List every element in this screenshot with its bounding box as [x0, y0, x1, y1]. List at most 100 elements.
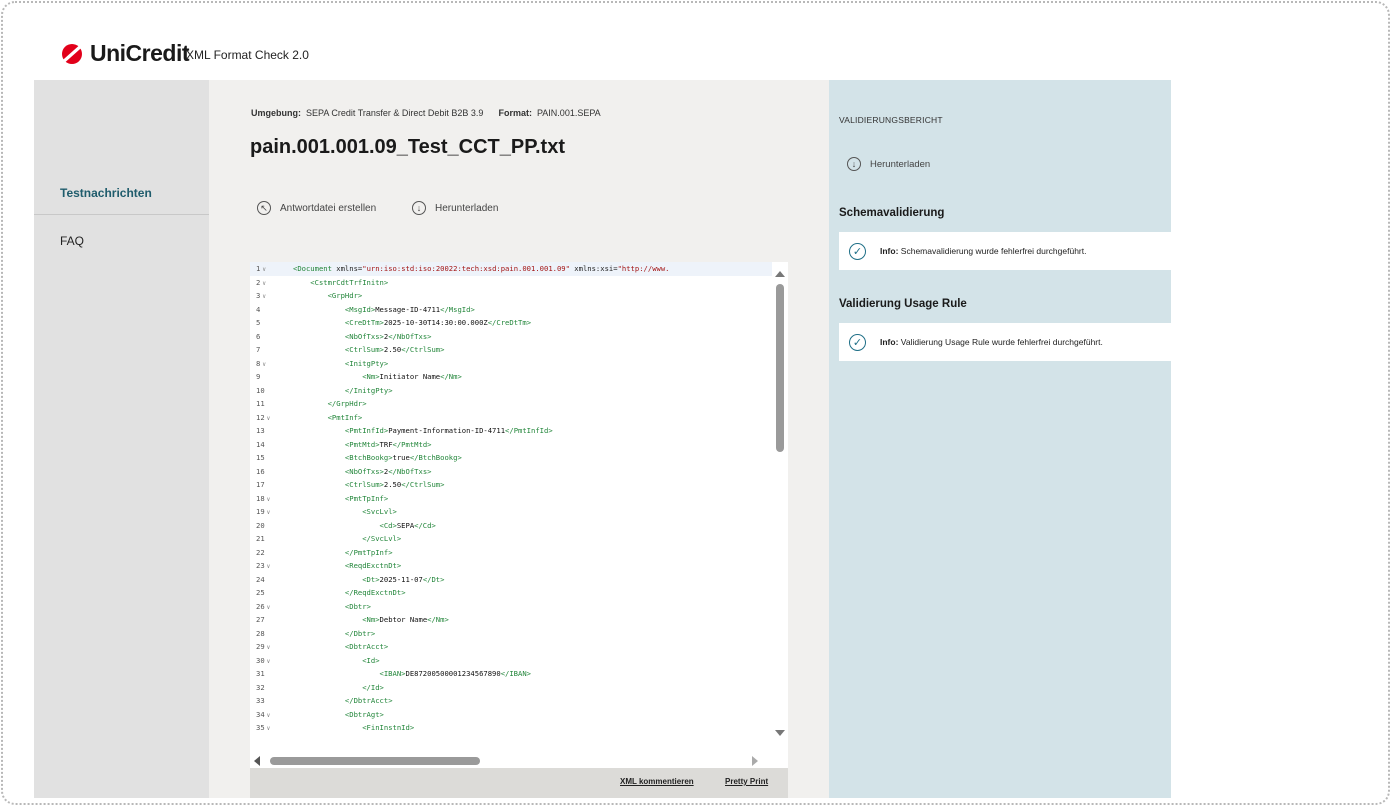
fold-chevron-icon[interactable]: ∨: [267, 415, 271, 422]
code-text: <Nm>Debtor Name</Nm>: [362, 615, 449, 624]
fold-chevron-icon[interactable]: ∨: [262, 293, 266, 300]
line-number: 17: [256, 480, 265, 489]
info-label: Info:: [880, 246, 899, 256]
horizontal-scrollbar[interactable]: [250, 754, 788, 768]
code-line: 14 <PmtMtd>TRF</PmtMtd>: [250, 438, 770, 452]
fold-chevron-icon[interactable]: ∨: [267, 604, 271, 611]
code-line: 10 </InitgPty>: [250, 384, 770, 398]
scroll-left-arrow-icon[interactable]: [254, 756, 260, 766]
line-number: 32: [256, 682, 265, 692]
xml-comment-link[interactable]: XML kommentieren: [620, 777, 694, 786]
arrow-down-icon: ↓: [847, 157, 861, 171]
line-number: 26 ∨: [256, 601, 271, 611]
code-line: 35 ∨ <FinInstnId>: [250, 721, 770, 735]
format-value: PAIN.001.SEPA: [536, 108, 601, 118]
line-number: 12 ∨: [256, 412, 271, 422]
code-lines: 1 ∨ <Document xmlns="urn:iso:std:iso:20022…: [250, 262, 770, 735]
code-text: <CreDtTm>2025-10-30T14:30:00.000Z</CreDt…: [344, 318, 532, 327]
report-download-button[interactable]: ↓ Herunterladen: [847, 157, 930, 171]
fold-chevron-icon[interactable]: ∨: [267, 496, 271, 503]
code-line: 24 <Dt>2025-11-07</Dt>: [250, 573, 770, 587]
code-line: 3 ∨ <GrpHdr>: [250, 289, 770, 303]
line-number: 1 ∨: [256, 264, 266, 273]
environment-value: SEPA Credit Transfer & Direct Debit B2B …: [306, 108, 484, 118]
create-reply-file-button[interactable]: ↖ Antwortdatei erstellen: [257, 201, 376, 215]
scroll-right-arrow-icon[interactable]: [752, 756, 758, 766]
code-line: 28 </Dbtr>: [250, 627, 770, 641]
line-number: 22: [256, 547, 265, 557]
code-text: <Id>: [362, 655, 380, 665]
fold-chevron-icon[interactable]: ∨: [262, 266, 266, 273]
line-number: 20: [256, 520, 265, 530]
line-number: 33: [256, 696, 265, 705]
line-number: 23 ∨: [256, 561, 271, 570]
code-line: 4 <MsgId>Message-ID-4711</MsgId>: [250, 303, 770, 317]
code-text: <FinInstnId>: [362, 723, 415, 732]
code-text: <BtchBookg>true</BtchBookg>: [344, 453, 462, 462]
code-text: <CtrlSum>2.50</CtrlSum>: [344, 345, 445, 354]
code-line: 15 <BtchBookg>true</BtchBookg>: [250, 451, 770, 465]
line-number: 21: [256, 534, 265, 543]
code-text: <Document xmlns="urn:iso:std:iso:20022:t…: [293, 264, 670, 273]
fold-chevron-icon[interactable]: ∨: [267, 712, 271, 719]
line-number: 14: [256, 439, 265, 449]
code-text: <Dt>2025-11-07</Dt>: [362, 574, 445, 584]
code-text: <ReqdExctnDt>: [344, 561, 402, 570]
vertical-scroll-thumb[interactable]: [776, 284, 784, 452]
fold-chevron-icon[interactable]: ∨: [267, 644, 271, 651]
horizontal-scroll-thumb[interactable]: [270, 757, 480, 765]
fold-chevron-icon[interactable]: ∨: [262, 361, 266, 368]
usage-rule-heading: Validierung Usage Rule: [839, 298, 967, 310]
code-line: 32 </Id>: [250, 681, 770, 695]
download-button[interactable]: ↓ Herunterladen: [412, 201, 498, 215]
check-circle-icon: ✓: [849, 333, 866, 351]
code-line: 7 <CtrlSum>2.50</CtrlSum>: [250, 343, 770, 357]
report-download-label: Herunterladen: [870, 158, 931, 170]
vertical-scrollbar[interactable]: [772, 262, 788, 750]
code-text: </GrpHdr>: [327, 399, 367, 408]
code-text: </PmtTpInf>: [344, 547, 393, 557]
line-number: 16: [256, 466, 265, 476]
code-text: </ReqdExctnDt>: [344, 588, 406, 597]
fold-chevron-icon[interactable]: ∨: [267, 563, 271, 570]
xml-code-editor[interactable]: 1 ∨ <Document xmlns="urn:iso:std:iso:20022…: [250, 262, 788, 768]
line-number: 13: [256, 426, 265, 435]
code-text: </DbtrAcct>: [344, 696, 393, 705]
pretty-print-link[interactable]: Pretty Print: [725, 777, 768, 786]
code-line: 21 </SvcLvl>: [250, 532, 770, 546]
code-line: 20 <Cd>SEPA</Cd>: [250, 519, 770, 533]
schema-validation-message: Info: Schemavalidierung wurde fehlerfrei…: [880, 246, 1086, 256]
fold-chevron-icon[interactable]: ∨: [267, 509, 271, 516]
line-number: 28: [256, 628, 265, 638]
code-line: 12 ∨ <PmtInf>: [250, 411, 770, 425]
sidebar-item-testnachrichten[interactable]: Testnachrichten: [60, 186, 152, 200]
line-number: 11: [256, 399, 265, 408]
line-number: 19 ∨: [256, 507, 271, 516]
fold-chevron-icon[interactable]: ∨: [262, 280, 266, 287]
environment-info: Umgebung: SEPA Credit Transfer & Direct …: [251, 108, 601, 118]
code-text: </InitgPty>: [344, 385, 393, 395]
code-text: <MsgId>Message-ID-4711</MsgId>: [344, 304, 475, 314]
unicredit-logo[interactable]: UniCredit: [60, 40, 190, 67]
fold-chevron-icon[interactable]: ∨: [267, 658, 271, 665]
info-label: Info:: [880, 337, 899, 347]
editor-footer: XML kommentieren Pretty Print: [250, 768, 788, 798]
code-text: <Cd>SEPA</Cd>: [379, 520, 436, 530]
usage-rule-message: Info: Validierung Usage Rule wurde fehle…: [880, 337, 1103, 347]
code-text: <DbtrAcct>: [344, 642, 389, 651]
code-text: <Dbtr>: [344, 601, 371, 611]
scroll-up-arrow-icon[interactable]: [775, 271, 785, 277]
sidebar-item-faq[interactable]: FAQ: [60, 234, 84, 248]
code-text: <CtrlSum>2.50</CtrlSum>: [344, 480, 445, 489]
line-number: 6: [256, 331, 261, 341]
code-line: 6 <NbOfTxs>2</NbOfTxs>: [250, 330, 770, 344]
code-line: 5 <CreDtTm>2025-10-30T14:30:00.000Z</CreD…: [250, 316, 770, 330]
code-line: 9 <Nm>Initiator Name</Nm>: [250, 370, 770, 384]
code-line: 1 ∨ <Document xmlns="urn:iso:std:iso:20022…: [250, 262, 770, 276]
code-text: <NbOfTxs>2</NbOfTxs>: [344, 466, 432, 476]
code-text: <PmtInf>: [327, 412, 363, 422]
message-text: Schemavalidierung wurde fehlerfrei durch…: [900, 246, 1087, 256]
scroll-down-arrow-icon[interactable]: [775, 730, 785, 736]
fold-chevron-icon[interactable]: ∨: [267, 725, 271, 732]
code-text: </SvcLvl>: [362, 534, 402, 543]
